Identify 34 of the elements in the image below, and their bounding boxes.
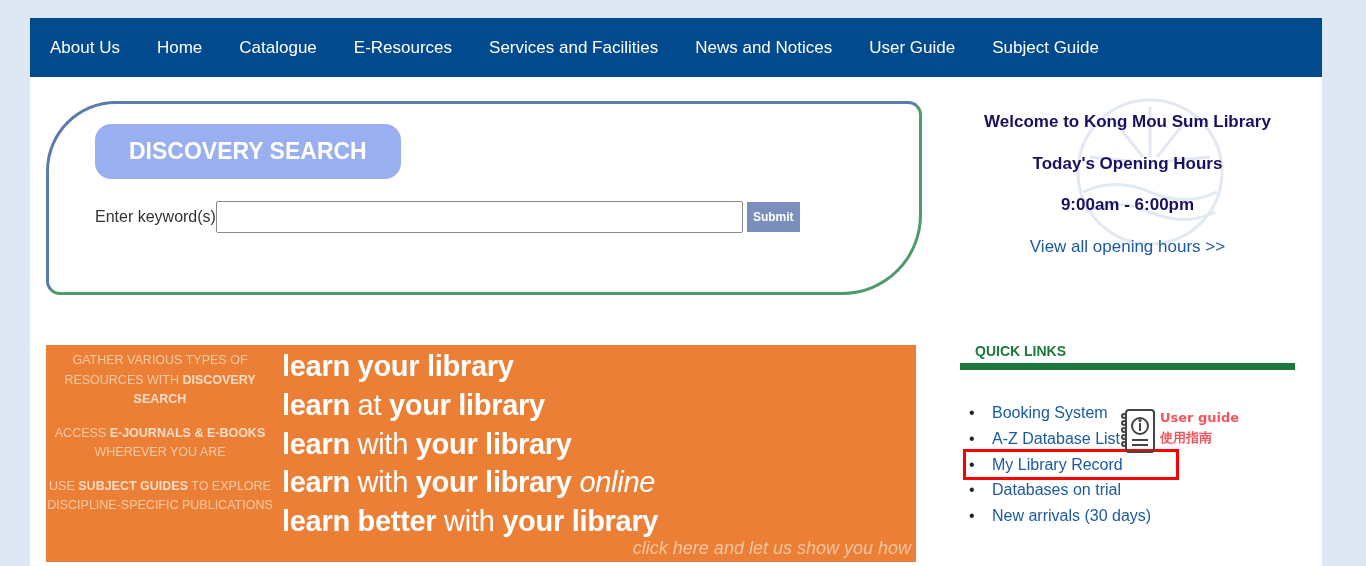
quick-link[interactable]: New arrivals (30 days)	[992, 503, 1152, 529]
banner-slogan: learn with your library	[282, 426, 572, 462]
bullet: •	[968, 428, 976, 449]
banner-side-text: ACCESS E-JOURNALS & E-BOOKS WHEREVER YOU ARE	[53, 424, 267, 461]
banner-slogan: learn better with your library	[282, 504, 659, 540]
banner-side-text: GATHER VARIOUS TYPES OF RESOURCES WITH DISCOVERY SEARCH	[63, 352, 257, 408]
nav-link[interactable]: E-Resources	[337, 18, 469, 77]
banner-caption: click here and let us show you how	[632, 537, 911, 560]
nav-link[interactable]: Subject Guide	[976, 18, 1115, 77]
banner-slogan: learn with your library online	[282, 465, 656, 501]
nav-link[interactable]: Catalogue	[223, 18, 333, 77]
quick-link[interactable]: A-Z Database List	[992, 425, 1121, 452]
nav-link[interactable]: User Guide	[853, 18, 972, 77]
bullet: •	[968, 454, 976, 475]
opening-hours-text: 9:00am - 6:00pm	[1059, 194, 1196, 216]
opening-hours-link[interactable]: View all opening hours >>	[1029, 236, 1226, 256]
keyword-label: Enter keyword(s)	[95, 206, 216, 227]
nav-link[interactable]: About Us	[34, 18, 136, 77]
bullet: •	[968, 480, 976, 501]
nav-link[interactable]: Home	[140, 18, 219, 77]
banner-slogan: learn at your library	[282, 387, 545, 423]
bullet: •	[968, 403, 976, 423]
banner-side-text: USE SUBJECT GUIDES TO EXPLORE DISCIPLINE-SPECIFIC PUBLICATIONS	[46, 477, 274, 514]
quick-link[interactable]: Databases on trial	[992, 477, 1121, 504]
discovery-search-heading: DISCOVERY SEARCH	[95, 124, 401, 179]
nav-link[interactable]: News and Notices	[679, 18, 849, 77]
quick-links-heading: QUICK LINKS	[960, 341, 1295, 370]
bullet: •	[968, 506, 976, 527]
welcome-heading: Welcome to Kong Mou Sum Library	[983, 111, 1272, 133]
quick-link[interactable]: My Library Record	[992, 451, 1123, 478]
opening-hours-heading: Today's Opening Hours	[1031, 152, 1224, 175]
quick-link[interactable]: Booking System	[992, 400, 1108, 426]
banner-slogan: learn your library	[282, 349, 514, 384]
nav-link[interactable]: Services and Facilities	[473, 18, 675, 77]
